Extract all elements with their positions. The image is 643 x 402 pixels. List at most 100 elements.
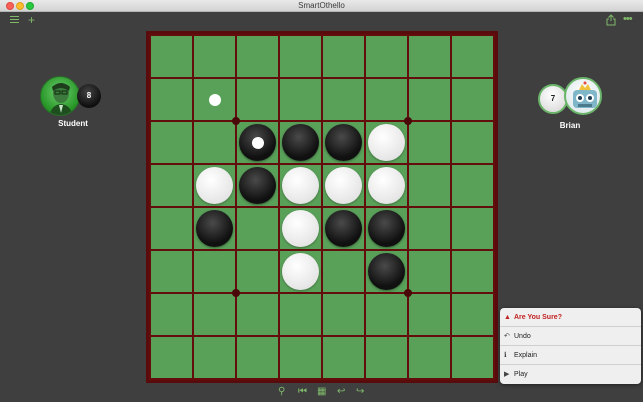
board-cell[interactable] — [151, 165, 192, 206]
board-cell[interactable] — [409, 165, 450, 206]
board-cell[interactable] — [151, 294, 192, 335]
board-cell[interactable] — [452, 122, 493, 163]
board-cell[interactable] — [151, 36, 192, 77]
black-disc — [325, 210, 362, 247]
board-cell[interactable] — [366, 294, 407, 335]
board-cell[interactable] — [194, 337, 235, 378]
board-cell[interactable] — [237, 294, 278, 335]
popover-item-undo[interactable]: ↶ Undo — [500, 327, 641, 346]
board-cell[interactable] — [280, 165, 321, 206]
white-disc — [282, 210, 319, 247]
black-disc — [196, 210, 233, 247]
white-disc — [282, 253, 319, 290]
board-cell[interactable] — [280, 337, 321, 378]
board-cell[interactable] — [151, 337, 192, 378]
board-cell[interactable] — [280, 208, 321, 249]
board-cell[interactable] — [452, 208, 493, 249]
ellipsis-icon[interactable]: ••• — [623, 13, 633, 25]
player-brian: 7 Brian — [536, 77, 606, 133]
window-title: SmartOthello — [298, 1, 345, 10]
board-cell[interactable] — [366, 251, 407, 292]
board-cell[interactable] — [194, 165, 235, 206]
board-cell[interactable] — [366, 337, 407, 378]
board-star-point — [232, 289, 240, 297]
board-cell[interactable] — [409, 79, 450, 120]
board-cell[interactable] — [194, 294, 235, 335]
board-cell[interactable] — [194, 251, 235, 292]
board-cell[interactable] — [194, 122, 235, 163]
board-cell[interactable] — [280, 79, 321, 120]
board-cell[interactable] — [409, 294, 450, 335]
board-cell[interactable] — [151, 122, 192, 163]
student-avatar-icon — [40, 76, 80, 116]
popover-item-label: Are You Sure? — [514, 314, 562, 321]
board-cell[interactable] — [366, 208, 407, 249]
board-grid-icon[interactable]: ▦ — [317, 386, 326, 398]
robot-avatar-icon — [564, 77, 602, 115]
black-disc — [368, 210, 405, 247]
hint-dot — [208, 93, 221, 106]
board-cell[interactable] — [323, 122, 364, 163]
board-cell[interactable] — [237, 208, 278, 249]
info-icon: ℹ — [504, 352, 507, 359]
board-cell[interactable] — [237, 251, 278, 292]
redo-arrow-icon[interactable]: ↪ — [356, 386, 364, 398]
black-disc — [325, 124, 362, 161]
board-cell[interactable] — [323, 251, 364, 292]
board-cell[interactable] — [452, 165, 493, 206]
share-icon[interactable] — [606, 14, 616, 26]
board-cell[interactable] — [452, 36, 493, 77]
board-cell[interactable] — [237, 165, 278, 206]
board-cell[interactable] — [452, 294, 493, 335]
lightbulb-icon[interactable]: ⚲ — [278, 386, 285, 398]
board-cell[interactable] — [452, 251, 493, 292]
board-cell[interactable] — [151, 79, 192, 120]
hamburger-menu-icon[interactable] — [10, 15, 20, 25]
board-cell[interactable] — [409, 36, 450, 77]
board-cell[interactable] — [366, 165, 407, 206]
board-cell[interactable] — [280, 294, 321, 335]
board-cell[interactable] — [323, 337, 364, 378]
board-cell[interactable] — [409, 251, 450, 292]
last-move-marker — [251, 136, 264, 149]
board-cell[interactable] — [323, 165, 364, 206]
board-cell[interactable] — [366, 79, 407, 120]
board-cell[interactable] — [237, 79, 278, 120]
board-cell[interactable] — [237, 36, 278, 77]
board-cell[interactable] — [194, 36, 235, 77]
board-cell[interactable] — [237, 337, 278, 378]
board-cell[interactable] — [366, 36, 407, 77]
board-cell[interactable] — [280, 251, 321, 292]
plus-icon[interactable]: + — [28, 14, 35, 26]
popover-item-label: Undo — [514, 333, 531, 340]
skip-back-icon[interactable]: ⏮ — [298, 386, 307, 398]
board-cell[interactable] — [151, 251, 192, 292]
popover-item-are-you-sure: ▲ Are You Sure? — [500, 308, 641, 327]
board-cell[interactable] — [280, 36, 321, 77]
board-cell[interactable] — [280, 122, 321, 163]
board-cell[interactable] — [323, 79, 364, 120]
popover-item-play[interactable]: ▶ Play — [500, 365, 641, 384]
player-right-name: Brian — [559, 121, 581, 130]
board-cell[interactable] — [151, 208, 192, 249]
board-grid — [149, 34, 495, 380]
player-left-name: Student — [58, 119, 88, 128]
white-disc — [368, 124, 405, 161]
board-cell[interactable] — [409, 122, 450, 163]
player-left-disc-count: 8 — [77, 84, 101, 108]
board-cell[interactable] — [237, 122, 278, 163]
undo-arrow-icon[interactable]: ↩ — [337, 386, 345, 398]
board-cell[interactable] — [323, 294, 364, 335]
black-disc — [282, 124, 319, 161]
board-cell[interactable] — [323, 36, 364, 77]
board-cell[interactable] — [452, 79, 493, 120]
white-disc — [368, 167, 405, 204]
board-cell[interactable] — [409, 337, 450, 378]
popover-item-label: Play — [514, 371, 528, 378]
board-cell[interactable] — [366, 122, 407, 163]
board-cell[interactable] — [323, 208, 364, 249]
board-cell[interactable] — [194, 208, 235, 249]
board-cell[interactable] — [452, 337, 493, 378]
popover-item-explain[interactable]: ℹ Explain — [500, 346, 641, 365]
board-cell[interactable] — [409, 208, 450, 249]
